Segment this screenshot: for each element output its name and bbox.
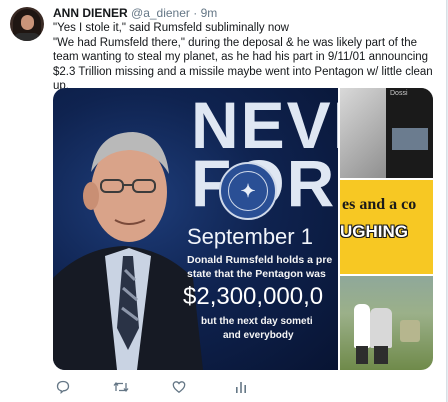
thumbnail-1-title: Dossi <box>390 90 408 97</box>
thumbnail-2-line-2: UGHING <box>340 222 408 241</box>
retweet-icon[interactable] <box>111 378 131 396</box>
thumbnail-2[interactable]: es and a co UGHING <box>340 180 433 274</box>
poster-caption-4: and everybody <box>223 330 294 341</box>
like-icon[interactable] <box>169 378 189 396</box>
thumbnail-2-line-1: es and a co <box>342 196 417 213</box>
thumbnail-1[interactable]: Dossi <box>340 88 433 178</box>
avatar[interactable] <box>10 7 44 41</box>
poster-amount: $2,300,000,0 <box>183 283 324 310</box>
separator: · <box>193 6 198 20</box>
main-image[interactable]: NEVE FORG ✦ September 1 Donald Rumsfeld … <box>53 88 338 370</box>
tweet-card[interactable]: ANN DIENER @a_diener · 9m "Yes I stole i… <box>0 0 447 402</box>
tweet-line-2: "We had Rumsfeld there," during the depo… <box>53 36 433 93</box>
tweet-line-1: "Yes I stole it," said Rumsfeld sublimin… <box>53 22 289 34</box>
thumbnail-3[interactable] <box>340 276 433 370</box>
author-name[interactable]: ANN DIENER <box>53 6 128 20</box>
poster-caption-2: state that the Pentagon was <box>187 268 326 280</box>
poster-caption-3: but the next day someti <box>201 316 313 327</box>
rumsfeld-photo <box>53 132 203 370</box>
reply-icon[interactable] <box>53 378 73 396</box>
seal-icon: ✦ <box>219 162 277 220</box>
tweet-text: "Yes I stole it," said Rumsfeld sublimin… <box>53 21 438 94</box>
timestamp[interactable]: 9m <box>201 6 218 20</box>
poster-caption-1: Donald Rumsfeld holds a pre <box>187 254 333 266</box>
tweet-header: ANN DIENER @a_diener · 9m <box>53 6 217 20</box>
analytics-icon[interactable] <box>231 378 251 396</box>
media-grid: NEVE FORG ✦ September 1 Donald Rumsfeld … <box>53 88 433 370</box>
poster-date: September 1 <box>187 224 313 249</box>
tweet-actions <box>53 378 433 396</box>
author-handle[interactable]: @a_diener <box>131 6 190 20</box>
